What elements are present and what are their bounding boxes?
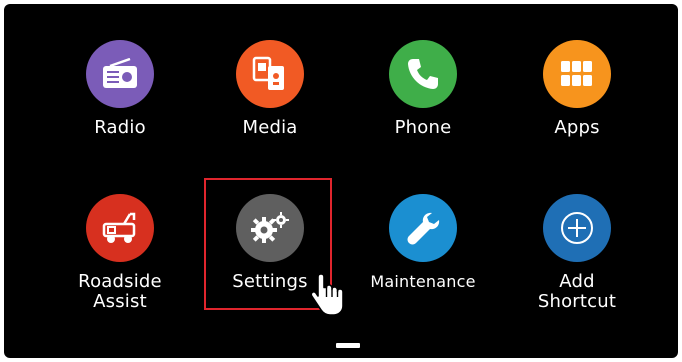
app-tile-media[interactable]: Media	[205, 40, 335, 138]
radio-icon	[86, 40, 154, 108]
phone-icon	[389, 40, 457, 108]
app-label-add-shortcut-line2: Shortcut	[537, 291, 617, 312]
app-tile-roadside-assist[interactable]: Roadside Assist	[55, 194, 185, 312]
app-label-radio: Radio	[94, 117, 146, 138]
wrench-icon	[389, 194, 457, 262]
plus-circle-icon	[543, 194, 611, 262]
app-label-maintenance: Maintenance	[370, 272, 476, 291]
tow-truck-icon	[86, 194, 154, 262]
app-tile-maintenance[interactable]: Maintenance	[358, 194, 488, 292]
app-tile-apps[interactable]: Apps	[512, 40, 642, 138]
app-label-add-shortcut: Add Shortcut	[512, 272, 642, 312]
app-tile-phone[interactable]: Phone	[358, 40, 488, 138]
app-label-media: Media	[242, 117, 298, 138]
app-label-apps: Apps	[554, 117, 600, 138]
app-label-roadside-assist: Roadside Assist	[55, 272, 185, 312]
app-label-roadside-line1: Roadside	[78, 271, 162, 292]
app-label-add-shortcut-line1: Add	[559, 271, 595, 292]
app-tile-add-shortcut[interactable]: Add Shortcut	[512, 194, 642, 312]
app-label-phone: Phone	[394, 117, 452, 138]
apps-grid-icon	[543, 40, 611, 108]
hand-pointer-icon	[310, 272, 345, 322]
app-label-roadside-line2: Assist	[93, 291, 147, 312]
app-tile-radio[interactable]: Radio	[55, 40, 185, 138]
media-icon	[236, 40, 304, 108]
page-indicator-handle[interactable]	[336, 343, 360, 348]
